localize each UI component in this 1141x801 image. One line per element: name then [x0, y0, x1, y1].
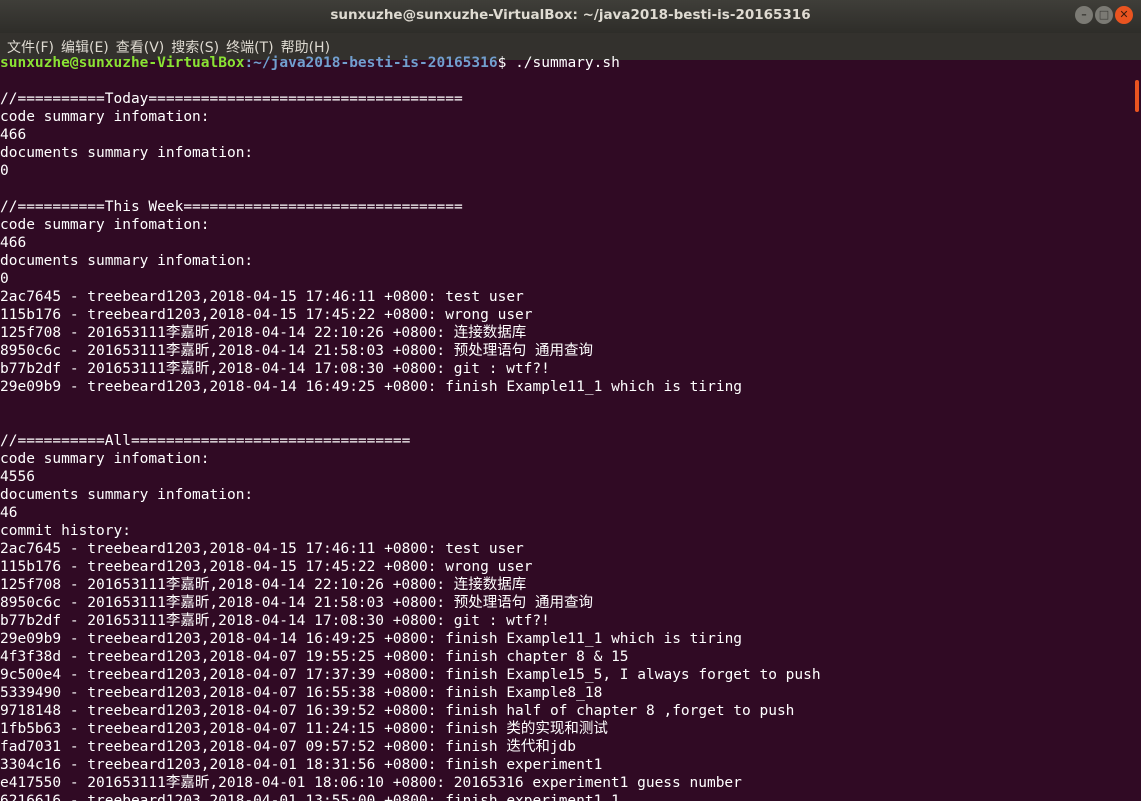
terminal-line: 8950c6c - 201653111李嘉昕,2018-04-14 21:58:… — [0, 595, 594, 611]
terminal-line: fad7031 - treebeard1203,2018-04-07 09:57… — [0, 739, 577, 755]
minimize-icon[interactable]: – — [1075, 6, 1093, 24]
terminal-line: 2ac7645 - treebeard1203,2018-04-15 17:46… — [0, 541, 524, 557]
terminal-line: 6216616 - treebeard1203,2018-04-01 13:55… — [0, 793, 620, 801]
terminal-line: 5339490 - treebeard1203,2018-04-07 16:55… — [0, 685, 603, 701]
terminal-line: 2ac7645 - treebeard1203,2018-04-15 17:46… — [0, 289, 524, 305]
terminal-line: 9718148 - treebeard1203,2018-04-07 16:39… — [0, 703, 795, 719]
terminal-line: 125f708 - 201653111李嘉昕,2018-04-14 22:10:… — [0, 325, 527, 341]
scrollbar[interactable] — [1132, 60, 1141, 801]
terminal-lines: //==========Today=======================… — [0, 72, 1132, 801]
terminal-line: 29e09b9 - treebeard1203,2018-04-14 16:49… — [0, 379, 743, 395]
terminal-line: 29e09b9 - treebeard1203,2018-04-14 16:49… — [0, 631, 743, 647]
terminal-line: 8950c6c - 201653111李嘉昕,2018-04-14 21:58:… — [0, 343, 594, 359]
prompt-command: $ ./summary.sh — [497, 55, 620, 71]
terminal-line: documents summary infomation: — [0, 145, 254, 161]
terminal-line: 115b176 - treebeard1203,2018-04-15 17:45… — [0, 307, 533, 323]
window-controls: – □ ✕ — [1075, 6, 1133, 24]
prompt-line: sunxuzhe@sunxuzhe-VirtualBox:~/java2018-… — [0, 54, 1132, 72]
terminal-line: code summary infomation: — [0, 109, 210, 125]
maximize-icon[interactable]: □ — [1095, 6, 1113, 24]
terminal-line: e417550 - 201653111李嘉昕,2018-04-01 18:06:… — [0, 775, 742, 791]
terminal-line: 115b176 - treebeard1203,2018-04-15 17:45… — [0, 559, 533, 575]
terminal-output[interactable]: sunxuzhe@sunxuzhe-VirtualBox:~/java2018-… — [0, 54, 1132, 801]
terminal-line: //==========This Week===================… — [0, 199, 463, 215]
terminal-line: documents summary infomation: — [0, 487, 254, 503]
terminal-line: b77b2df - 201653111李嘉昕,2018-04-14 17:08:… — [0, 613, 550, 629]
terminal-line: 0 — [0, 163, 9, 179]
scrollbar-thumb[interactable] — [1135, 80, 1139, 112]
terminal-line: code summary infomation: — [0, 217, 210, 233]
terminal-line: 125f708 - 201653111李嘉昕,2018-04-14 22:10:… — [0, 577, 527, 593]
terminal-line: 1fb5b63 - treebeard1203,2018-04-07 11:24… — [0, 721, 608, 737]
prompt-path: :~/java2018-besti-is-20165316 — [244, 55, 498, 71]
close-icon[interactable]: ✕ — [1115, 6, 1133, 24]
terminal-line: 466 — [0, 235, 27, 251]
terminal-line: 9c500e4 - treebeard1203,2018-04-07 17:37… — [0, 667, 821, 683]
terminal-line: 466 — [0, 127, 27, 143]
prompt-user: sunxuzhe@sunxuzhe-VirtualBox — [0, 55, 245, 71]
terminal-line: 46 — [0, 505, 18, 521]
title-bar[interactable]: sunxuzhe@sunxuzhe-VirtualBox: ~/java2018… — [0, 0, 1141, 33]
terminal-line: 4556 — [0, 469, 35, 485]
terminal-line: 0 — [0, 271, 9, 287]
window-title: sunxuzhe@sunxuzhe-VirtualBox: ~/java2018… — [330, 7, 811, 23]
terminal-line: documents summary infomation: — [0, 253, 254, 269]
terminal-line: code summary infomation: — [0, 451, 210, 467]
terminal-line: commit history: — [0, 523, 131, 539]
terminal-line: //==========All=========================… — [0, 433, 411, 449]
terminal-line: 4f3f38d - treebeard1203,2018-04-07 19:55… — [0, 649, 629, 665]
terminal-line: b77b2df - 201653111李嘉昕,2018-04-14 17:08:… — [0, 361, 550, 377]
terminal-line: //==========Today=======================… — [0, 91, 463, 107]
terminal-line: 3304c16 - treebeard1203,2018-04-01 18:31… — [0, 757, 603, 773]
